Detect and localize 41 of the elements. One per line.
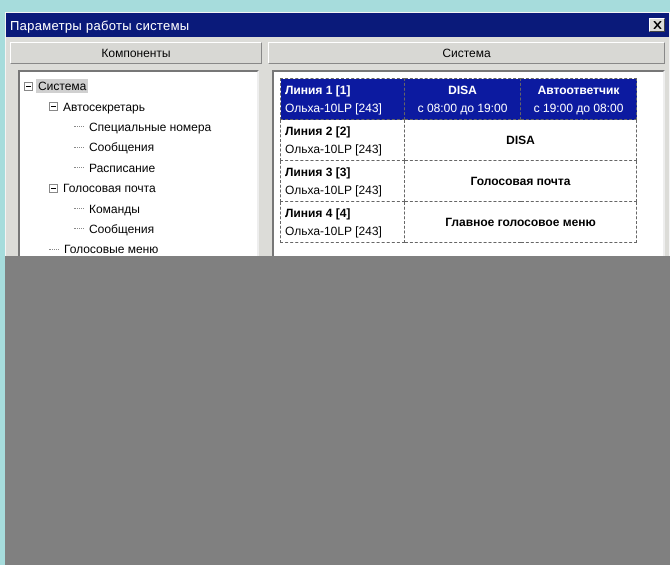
tree-item[interactable]: Команды (87, 202, 142, 216)
line-name: Линия 1 [1] (285, 83, 352, 97)
tree-item[interactable]: Расписание (87, 160, 158, 175)
device-name: Ольха-10LP [243] (285, 183, 383, 197)
panel-header: Компоненты (10, 42, 262, 64)
window-title: Параметры работы системы (10, 18, 190, 32)
table-cell[interactable]: Главное голосовое меню (404, 202, 636, 242)
table-cell[interactable]: DISA (404, 120, 636, 160)
line-name: Линия 3 [3] (285, 165, 352, 179)
collapse-icon[interactable] (24, 82, 33, 91)
table-cell[interactable]: Голосовая почта (404, 160, 636, 202)
table-cell[interactable]: Линия 3 [3] Ольха-10LP [243] (280, 160, 404, 202)
mode-name: DISA (447, 83, 478, 97)
table-cell[interactable]: Автоответчик с 19:00 до 08:00 (520, 78, 636, 120)
mode-name: DISA (505, 133, 536, 147)
tree-item[interactable]: Автосекретарь (61, 100, 147, 114)
table-cell[interactable]: Линия 1 [1] Ольха-10LP [243] (280, 78, 404, 120)
panel-header: Система (268, 42, 665, 64)
device-name: Ольха-10LP [243] (285, 142, 383, 156)
table-cell[interactable]: Линия 2 [2] Ольха-10LP [243] (280, 120, 404, 160)
table-cell[interactable]: DISA с 08:00 до 19:00 (404, 78, 520, 120)
tree-item[interactable]: Сообщения (87, 140, 156, 154)
line-name: Линия 2 [2] (285, 124, 352, 138)
close-icon (652, 21, 662, 29)
tree-item[interactable]: Система (36, 79, 88, 94)
device-name: Ольха-10LP [243] (285, 101, 383, 115)
tree-item[interactable]: Сообщения (87, 222, 156, 236)
table-cell[interactable]: Линия 4 [4] Ольха-10LP [243] (280, 202, 404, 242)
device-name: Ольха-10LP [243] (285, 224, 383, 238)
tree-item[interactable]: Голосовые меню (62, 242, 160, 256)
mode-name: Главное голосовое меню (444, 215, 597, 229)
mode-name: Автоответчик (536, 83, 620, 97)
schedule-text: с 08:00 до 19:00 (416, 101, 508, 115)
close-button[interactable] (649, 18, 665, 32)
collapse-icon[interactable] (49, 184, 58, 193)
line-name: Линия 4 [4] (285, 206, 352, 220)
tree-item[interactable]: Голосовая почта (61, 181, 158, 196)
collapse-icon[interactable] (49, 102, 58, 112)
schedule-text: с 19:00 до 08:00 (532, 101, 624, 115)
tree-item[interactable]: Специальные номера (87, 120, 214, 134)
mode-name: Голосовая почта (470, 174, 572, 188)
